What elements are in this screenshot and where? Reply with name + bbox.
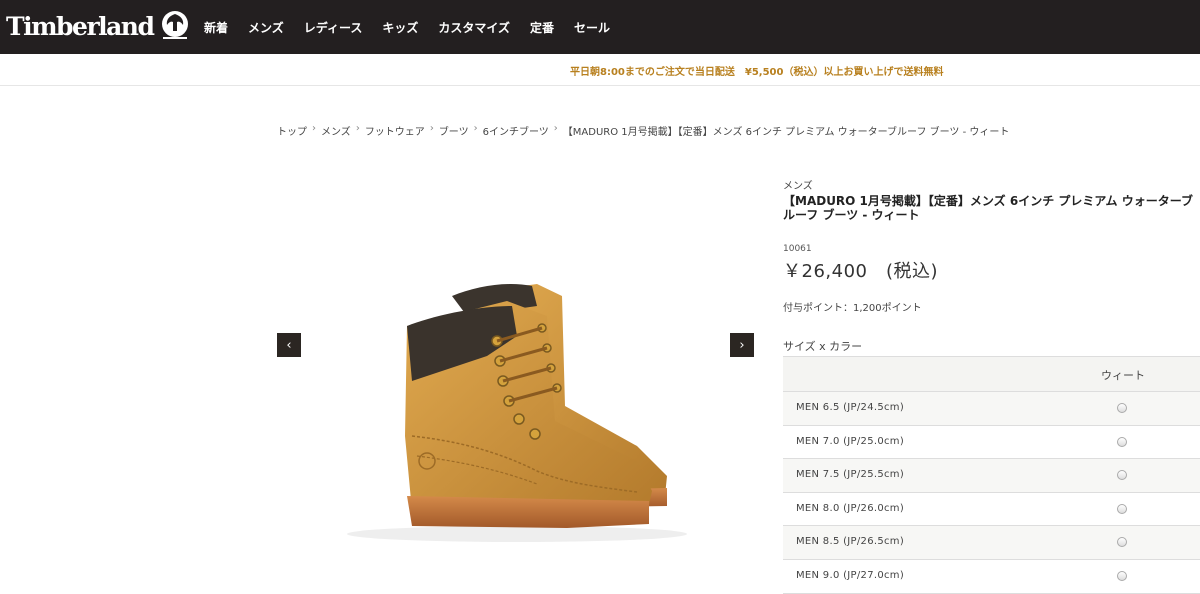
- breadcrumb-separator: ›: [553, 123, 558, 134]
- size-label: MEN 8.5 (JP/26.5cm): [796, 536, 905, 548]
- nav-new[interactable]: 新着: [204, 19, 228, 36]
- size-label: MEN 7.5 (JP/25.5cm): [796, 469, 905, 481]
- breadcrumb-footwear[interactable]: フットウェア: [365, 123, 425, 138]
- product-price: ￥26,400 (税込): [783, 261, 939, 282]
- gallery-prev-button[interactable]: ‹: [277, 333, 301, 357]
- size-radio-button[interactable]: [1117, 436, 1127, 447]
- size-row: MEN 8.0 (JP/26.0cm): [783, 493, 1200, 527]
- product-title: 【MADURO 1月号掲載】【定番】メンズ 6インチ プレミアム ウォーターブル…: [783, 194, 1193, 222]
- breadcrumb-6inch-boots[interactable]: 6インチブーツ: [483, 123, 549, 138]
- nav-kids[interactable]: キッズ: [382, 19, 418, 36]
- breadcrumb-current: 【MADURO 1月号掲載】【定番】メンズ 6インチ プレミアム ウォーターブル…: [562, 127, 1010, 138]
- nav-mens[interactable]: メンズ: [248, 19, 284, 36]
- nav-sale[interactable]: セール: [574, 19, 610, 36]
- size-row: MEN 7.0 (JP/25.0cm): [783, 426, 1200, 460]
- product-image-boots: [347, 284, 687, 542]
- breadcrumb-mens[interactable]: メンズ: [321, 123, 351, 138]
- product-category[interactable]: メンズ: [783, 177, 1200, 192]
- breadcrumb-boots[interactable]: ブーツ: [439, 123, 469, 138]
- size-radio-button[interactable]: [1117, 537, 1127, 548]
- chevron-right-icon: ›: [739, 337, 745, 353]
- shipping-notice[interactable]: 平日朝8:00までのご注文で当日配送 ¥5,500（税込）以上お買い上げで送料無…: [570, 63, 943, 78]
- size-table-header: ウィート: [783, 357, 1200, 392]
- breadcrumb-top[interactable]: トップ: [277, 123, 307, 138]
- size-label: MEN 8.0 (JP/26.0cm): [796, 502, 905, 514]
- size-radio-button[interactable]: [1117, 403, 1127, 413]
- size-radio-button[interactable]: [1117, 570, 1127, 581]
- size-row: MEN 7.5 (JP/25.5cm): [783, 459, 1200, 493]
- size-label: MEN 6.5 (JP/24.5cm): [796, 402, 905, 413]
- size-color-table: ウィート MEN 6.5 (JP/24.5cm) MEN 7.0 (JP/25.…: [783, 356, 1200, 594]
- breadcrumb: トップ › メンズ › フットウェア › ブーツ › 6インチブーツ › 【MADURO …: [277, 123, 1009, 138]
- size-color-label: サイズ x カラー: [783, 340, 863, 353]
- gallery-next-button[interactable]: ›: [730, 333, 754, 357]
- main-nav: 新着 メンズ レディース キッズ カスタマイズ 定番 セール: [194, 0, 620, 54]
- nav-customize[interactable]: カスタマイズ: [438, 19, 510, 36]
- product-info: メンズ 【MADURO 1月号掲載】【定番】メンズ 6インチ プレミアム ウォー…: [783, 177, 1200, 354]
- size-label: MEN 7.0 (JP/25.0cm): [796, 435, 905, 447]
- timberland-logo[interactable]: Timberland: [6, 6, 191, 46]
- site-header: Timberland 新着 メンズ レディース キッズ カスタマイズ 定番 セー…: [0, 0, 1200, 54]
- size-radio-button[interactable]: [1117, 503, 1127, 514]
- size-row: MEN 6.5 (JP/24.5cm): [783, 392, 1200, 426]
- breadcrumb-separator: ›: [355, 123, 360, 134]
- color-column-header: ウィート: [1101, 369, 1145, 382]
- product-sku: 10061: [783, 244, 812, 254]
- nav-womens[interactable]: レディース: [304, 19, 363, 36]
- reward-points: 付与ポイント：1,200ポイント: [783, 303, 922, 314]
- size-radio-button[interactable]: [1117, 470, 1127, 481]
- chevron-left-icon: ‹: [286, 337, 292, 353]
- shipping-notice-bar: 平日朝8:00までのご注文で当日配送 ¥5,500（税込）以上お買い上げで送料無…: [0, 54, 1200, 86]
- size-row: MEN 9.0 (JP/27.0cm): [783, 560, 1200, 594]
- size-label: MEN 9.0 (JP/27.0cm): [796, 569, 905, 581]
- breadcrumb-separator: ›: [429, 123, 434, 134]
- breadcrumb-separator: ›: [473, 123, 478, 134]
- logo-wordmark: Timberland: [6, 11, 155, 41]
- breadcrumb-separator: ›: [312, 123, 316, 134]
- product-gallery: ‹ ›: [277, 240, 754, 550]
- tree-logo-icon: [162, 11, 189, 39]
- nav-classics[interactable]: 定番: [530, 19, 554, 36]
- size-row: MEN 8.5 (JP/26.5cm): [783, 526, 1200, 560]
